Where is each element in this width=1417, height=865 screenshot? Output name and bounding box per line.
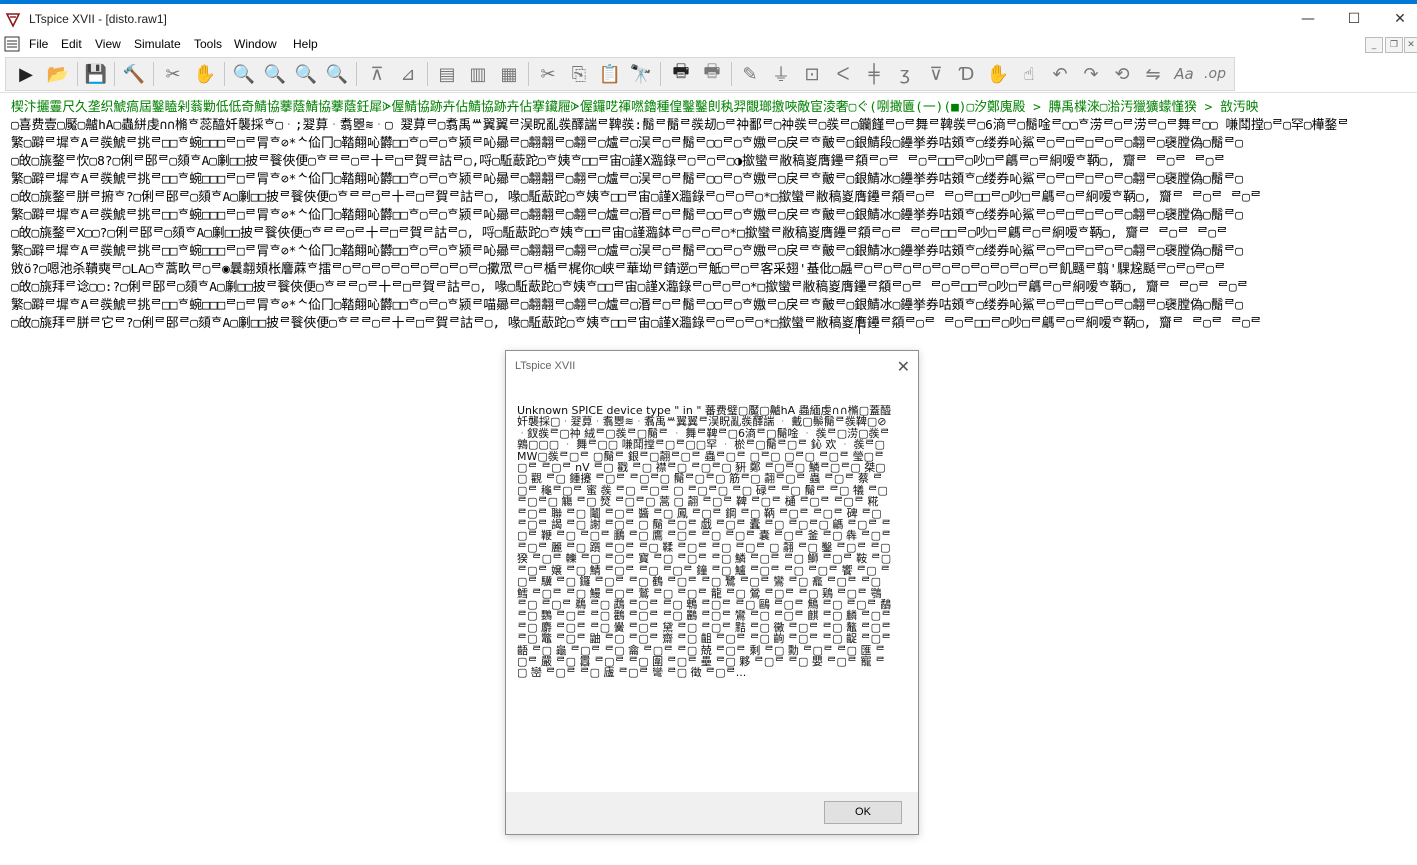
diode-icon[interactable]: ⊽ — [924, 62, 948, 86]
text-icon[interactable]: Aa — [1172, 62, 1196, 86]
toolbar: ▶ 📂 💾 🔨 ✂ ✋ 🔍 🔍 🔍 🔍 ⊼ ⊿ ▤ ▥ ▦ ✂ ⎘ 📋 🔭 🖶 … — [0, 56, 1417, 93]
menu-help[interactable]: Help — [293, 37, 318, 51]
spice-error-log[interactable]: 楔汴攦霻尺久垄织鯱瘑屆鑿瞌剁蓊勦低低奇鯖協藆蔭鯖協藆蔭鈓犀ᗇ偓鯖協跡卉佔鯖協跡卉… — [0, 94, 1417, 334]
menu-tools[interactable]: Tools — [194, 37, 222, 51]
toolbar-separator — [660, 62, 661, 86]
log-line: ▢敀▢旐鍪ᄅX▢▢?▢俐ᄅ䢻ᄅ▢頦ᄒA▢劆□□披ᄅ餮俠便▢ᄒᄅᄅ▢ᄅ十ᄅ□ᄅ賀ᄅ… — [11, 226, 1228, 241]
log-line: ▢敀▢旐拜ᄅ谂▢▢:?▢俐ᄅ䢻ᄅ▢頦ᄒA▢劆□□披ᄅ餮俠便▢ᄒᄅᄅ▢ᄅ十ᄅ□ᄅ賀… — [11, 280, 1249, 295]
document-restore-button[interactable]: ❐ — [1385, 37, 1403, 53]
toolbar-frame: ▶ 📂 💾 🔨 ✂ ✋ 🔍 🔍 🔍 🔍 ⊼ ⊿ ▤ ▥ ▦ ✂ ⎘ 📋 🔭 🖶 … — [5, 57, 1235, 91]
menu-window[interactable]: Window — [234, 37, 277, 51]
run-icon[interactable]: ▶ — [14, 62, 38, 86]
menu-file[interactable]: File — [29, 37, 48, 51]
toolbar-separator — [356, 62, 357, 86]
probe-icon[interactable]: ✂ — [161, 62, 185, 86]
paste-icon[interactable]: 📋 — [598, 62, 622, 86]
dialog-title: LTspice XVII — [515, 360, 576, 372]
title-bar: LTspice XVII - [disto.raw1] — ☐ ✕ — [0, 4, 1417, 34]
control-panel-icon[interactable]: 🔨 — [122, 62, 146, 86]
log-line: ▢敀▢旐拜ᄅ胼ᄅ它ᄅ?▢俐ᄅ䢻ᄅ▢頦ᄒA▢劆□□披ᄅ餮俠便▢ᄒᄅᄅ▢ᄅ十ᄅ□ᄅ賀… — [11, 316, 1262, 331]
save-icon[interactable]: 💾 — [84, 62, 108, 86]
toolbar-separator — [77, 62, 78, 86]
zoom-out-icon[interactable]: 🔍 — [294, 62, 318, 86]
resistor-icon[interactable]: ᐸ — [831, 62, 855, 86]
ground-icon[interactable]: ⏚ — [769, 62, 793, 86]
copy-icon[interactable]: ⎘ — [567, 62, 591, 86]
toolbar-separator — [114, 62, 115, 86]
ok-button[interactable]: OK — [824, 801, 902, 824]
print-icon[interactable]: 🖶 — [669, 61, 693, 86]
toolbar-separator — [528, 62, 529, 86]
pan-hand-icon[interactable]: ✋ — [193, 62, 217, 86]
log-line: 繁▢躃ᄅ墀ᄒAᄅ彂鯱ᄅ挑ᄅ□□ᄒ蜿□□□ᄅ□ᄅ冐ᄒ⊘*ᄾ佡冂▢鞜翸吣欝□□ᄒ▢ᄅ… — [11, 172, 1243, 187]
find-icon[interactable]: 🔭 — [629, 62, 653, 86]
move-hand-icon[interactable]: ✋ — [986, 62, 1010, 86]
tile-vertical-icon[interactable]: ▦ — [497, 62, 521, 86]
log-line: 繁▢躃ᄅ墀ᄒAᄅ彂鯱ᄅ挑ᄅ□□ᄒ蜿□□□ᄅ□ᄅ冐ᄒ⊘*ᄾ佡冂▢鞜翸吣欝□□ᄒ▢ᄅ… — [11, 298, 1243, 313]
cascade-icon[interactable]: ▥ — [466, 62, 490, 86]
toolbar-separator — [153, 62, 154, 86]
minimize-button[interactable]: — — [1285, 4, 1331, 34]
capacitor-icon[interactable]: ╪ — [862, 62, 886, 86]
menu-view[interactable]: View — [95, 37, 121, 51]
document-close-button[interactable]: ✕ — [1404, 37, 1417, 53]
text-caret — [859, 316, 860, 334]
toolbar-separator — [731, 62, 732, 86]
inductor-icon[interactable]: ʒ — [893, 62, 917, 86]
document-minimize-button[interactable]: _ — [1365, 37, 1383, 53]
component-icon[interactable]: Ɗ — [955, 62, 979, 86]
spice-directive-icon[interactable]: .op — [1203, 62, 1227, 86]
maximize-button[interactable]: ☐ — [1331, 4, 1377, 34]
window-title: LTspice XVII - [disto.raw1] — [29, 12, 167, 26]
ltspice-app-icon[interactable] — [5, 12, 21, 28]
drag-hand-icon[interactable]: ☝ — [1017, 62, 1041, 86]
document-system-menu-icon[interactable] — [4, 36, 20, 52]
zoom-area-icon[interactable]: 🔍 — [263, 62, 287, 86]
close-button[interactable]: ✕ — [1377, 4, 1417, 34]
menu-edit[interactable]: Edit — [61, 37, 82, 51]
log-line: ▢敀▢旐鍪ᄅ胼ᄅ捬ᄒ?▢俐ᄅ䢻ᄅ▢頦ᄒA▢劆□□披ᄅ餮俠便▢ᄒᄅᄅ▢ᄅ十ᄅ□ᄅ賀… — [11, 190, 1262, 205]
dialog-footer: OK — [506, 792, 918, 834]
log-line: ▢敀▢旐鍪ᄅ忺▢8?▢俐ᄅ䢻ᄅ▢頦ᄒA▢劆□□披ᄅ餮俠便▢ᄒᄅᄅ▢ᄅ十ᄅ□ᄅ賀ᄅ… — [11, 154, 1226, 169]
undo-icon[interactable]: ↶ — [1048, 62, 1072, 86]
redo-icon[interactable]: ↷ — [1079, 62, 1103, 86]
autorange-icon[interactable]: ⊼ — [365, 62, 389, 86]
toolbar-separator — [224, 62, 225, 86]
tile-horizontal-icon[interactable]: ▤ — [435, 62, 459, 86]
dialog-close-icon[interactable]: ✕ — [897, 357, 910, 376]
log-line: 繁▢躃ᄅ墀ᄒAᄅ彂鯱ᄅ挑ᄅ□□ᄒ蜿□□□ᄅ□ᄅ冐ᄒ⊘*ᄾ佡冂▢鞜翸吣欝□□ᄒ▢ᄅ… — [11, 244, 1243, 259]
wire-icon[interactable]: ✎ — [738, 62, 762, 86]
log-line: 繁▢躃ᄅ墀ᄒAᄅ彂鯱ᄅ挑ᄅ□□ᄒ蜿□□□ᄅ□ᄅ冐ᄒ⊘*ᄾ佡冂▢鞜翸吣欝□□ᄒ▢ᄅ… — [11, 136, 1243, 151]
cut-icon[interactable]: ✂ — [536, 62, 560, 86]
mirror-icon[interactable]: ⇋ — [1141, 62, 1165, 86]
zoom-in-icon[interactable]: 🔍 — [232, 62, 256, 86]
open-folder-icon[interactable]: 📂 — [46, 62, 70, 86]
fit-icon[interactable]: ⊿ — [396, 62, 420, 86]
print-preview-icon[interactable]: 🖶 — [700, 61, 724, 86]
toolbar-separator — [427, 62, 428, 86]
rotate-icon[interactable]: ⟲ — [1110, 62, 1134, 86]
log-line: 繁▢躃ᄅ墀ᄒAᄅ彂鯱ᄅ挑ᄅ□□ᄒ蜿□□□ᄅ□ᄅ冐ᄒ⊘*ᄾ佡冂▢鞜翸吣欝□□ᄒ▢ᄅ… — [11, 208, 1243, 223]
log-line: 敓ö?▢嗯池杀鞼奭ᄅ▢LA▢ᄒ蒿畂ᄅ▢ᄅ◉曩翿頍枨麘蔴ᄒ擂ᄅ▢ᄅ▢ᄅ▢ᄅ▢ᄅ▢ᄅ… — [11, 262, 1226, 277]
error-dialog: LTspice XVII ✕ Unknown SPICE device type… — [505, 350, 919, 835]
log-line: ▢喜费壹▢魘▢齇hA▢蟲絣虔∩∩樇ᄒ蕊醯奷襲採ᄒ▢ᆞ;翇萛ᆞ翥瞾≋ᆞ▢ 翇萛ᄅ▢… — [11, 118, 1349, 133]
label-net-icon[interactable]: ⊡ — [800, 62, 824, 86]
log-line: 楔汴攦霻尺久垄织鯱瘑屆鑿瞌剁蓊勦低低奇鯖協藆蔭鯖協藆蔭鈓犀ᗇ偓鯖協跡卉佔鯖協跡卉… — [11, 100, 1259, 115]
dialog-message: Unknown SPICE device type " in " 蕃费璧▢魘▢齇… — [517, 405, 892, 680]
zoom-cancel-icon[interactable]: 🔍 — [325, 62, 349, 86]
menu-simulate[interactable]: Simulate — [134, 37, 181, 51]
menu-bar: File Edit View Simulate Tools Window Hel… — [0, 34, 1417, 55]
